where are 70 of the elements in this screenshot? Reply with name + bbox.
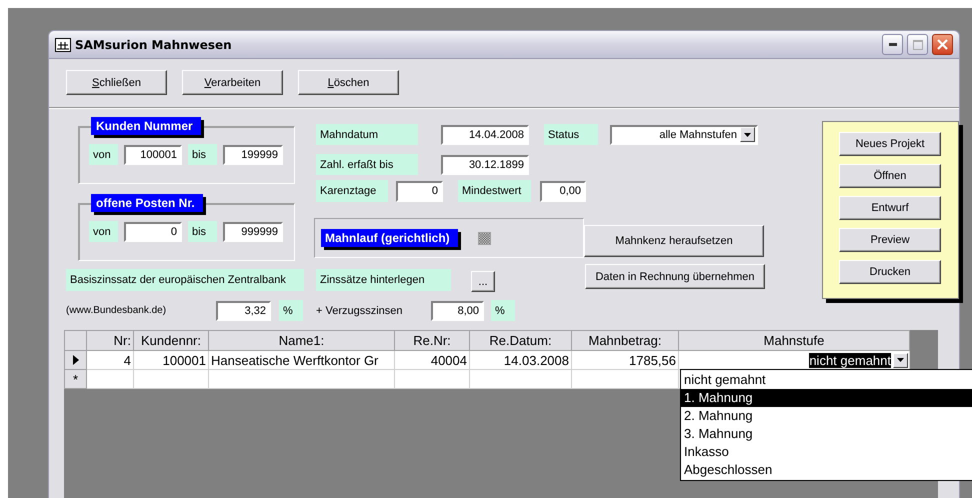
mahndatum-label: Mahndatum [316,124,418,145]
surcharge-field[interactable]: 8,00 [431,300,484,320]
source-text: (www.Bundesbank.de) [66,305,168,316]
grace-days-field[interactable]: 0 [396,180,443,202]
project-button[interactable]: Öffnen [839,164,941,188]
base-rate-field[interactable]: 3,32 [216,300,271,320]
from-field[interactable]: 100001 [124,144,182,164]
toolbar-button[interactable]: Löschen [298,70,399,95]
status-dropdown[interactable]: alle Mahnstufen [610,124,758,144]
table-cell: 100001 [134,350,208,370]
window-title: SAMsurion Mahnwesen [75,38,233,52]
maximize-icon [912,40,922,50]
dropdown-option[interactable]: Inkasso [681,443,972,461]
to-label: bis [188,144,217,165]
column-header[interactable]: Mahnbetrag: [572,330,678,350]
new-row-marker: * [64,370,86,388]
dropdown-option[interactable]: 3. Mahnung [681,425,972,443]
table-cell: 40004 [394,350,470,370]
caret-icon [744,132,751,136]
project-button[interactable]: Preview [839,228,941,252]
minimum-label: Mindestwert [458,180,531,202]
payment-date-field[interactable]: 30.12.1899 [441,154,529,174]
column-header[interactable]: Re.Datum: [470,330,572,350]
column-header[interactable]: Nr: [86,330,134,350]
from-field[interactable]: 0 [124,222,182,242]
mahndatum-field[interactable]: 14.04.2008 [441,124,529,144]
dropdown-option[interactable]: Abgeschlossen [681,461,972,479]
caret-icon [897,358,904,362]
app-icon [55,38,71,52]
from-label: von [89,221,118,242]
dropdown-option[interactable]: nicht gemahnt [681,371,972,389]
payment-date-label: Zahl. erfaßt bis [316,154,418,175]
raise-level-button[interactable]: Mahnkenz heraufsetzen [584,225,764,257]
project-button[interactable]: Neues Projekt [839,132,941,156]
transfer-button[interactable]: Daten in Rechnung übernehmen [585,264,765,289]
dropdown-option[interactable]: 1. Mahnung [681,389,972,407]
group-title: offene Posten Nr. [91,194,203,212]
surcharge-label: + Verzugsszinsen [316,304,404,316]
table-cell: 4 [86,350,134,370]
toolbar-button[interactable]: Schließen [66,70,167,95]
dropdown-option[interactable]: 2. Mahnung [681,407,972,425]
minimize-icon [888,43,896,46]
project-button[interactable]: Entwurf [839,196,941,220]
minimum-field[interactable]: 0,00 [540,180,586,202]
rates-label: Zinssätze hinterlegen [316,269,451,291]
option-title: Mahnlauf (gerichtlich) [321,229,458,247]
to-label: bis [188,221,217,242]
to-field[interactable]: 199999 [223,144,283,164]
base-rate-label: Basiszinssatz der europäischen Zentralbank [66,269,304,291]
status-label: Status [544,124,598,145]
column-header[interactable]: Mahnstufe [678,330,910,350]
rates-button[interactable]: ... [471,271,495,292]
project-button[interactable]: Drucken [839,260,941,284]
table-cell: 1785,56 [572,350,678,370]
toolbar-button[interactable]: Verarbeiten [182,70,283,95]
from-label: von [89,144,118,165]
percent-label: % [279,300,303,321]
percent-label: % [491,300,515,321]
minimize-button[interactable] [882,34,903,55]
close-button[interactable] [932,34,953,55]
table-cell: 14.03.2008 [470,350,572,370]
close-icon [937,39,948,50]
column-header[interactable]: Name1: [208,330,394,350]
checkbox[interactable] [478,232,491,244]
table-cell: Hanseatische Werftkontor Gr [208,350,394,370]
column-header[interactable]: Re.Nr: [394,330,470,350]
grace-days-label: Karenztage [316,180,388,202]
group-title: Kunden Nummer [91,117,201,135]
to-field[interactable]: 999999 [223,222,283,242]
column-header[interactable]: Kundennr: [134,330,208,350]
